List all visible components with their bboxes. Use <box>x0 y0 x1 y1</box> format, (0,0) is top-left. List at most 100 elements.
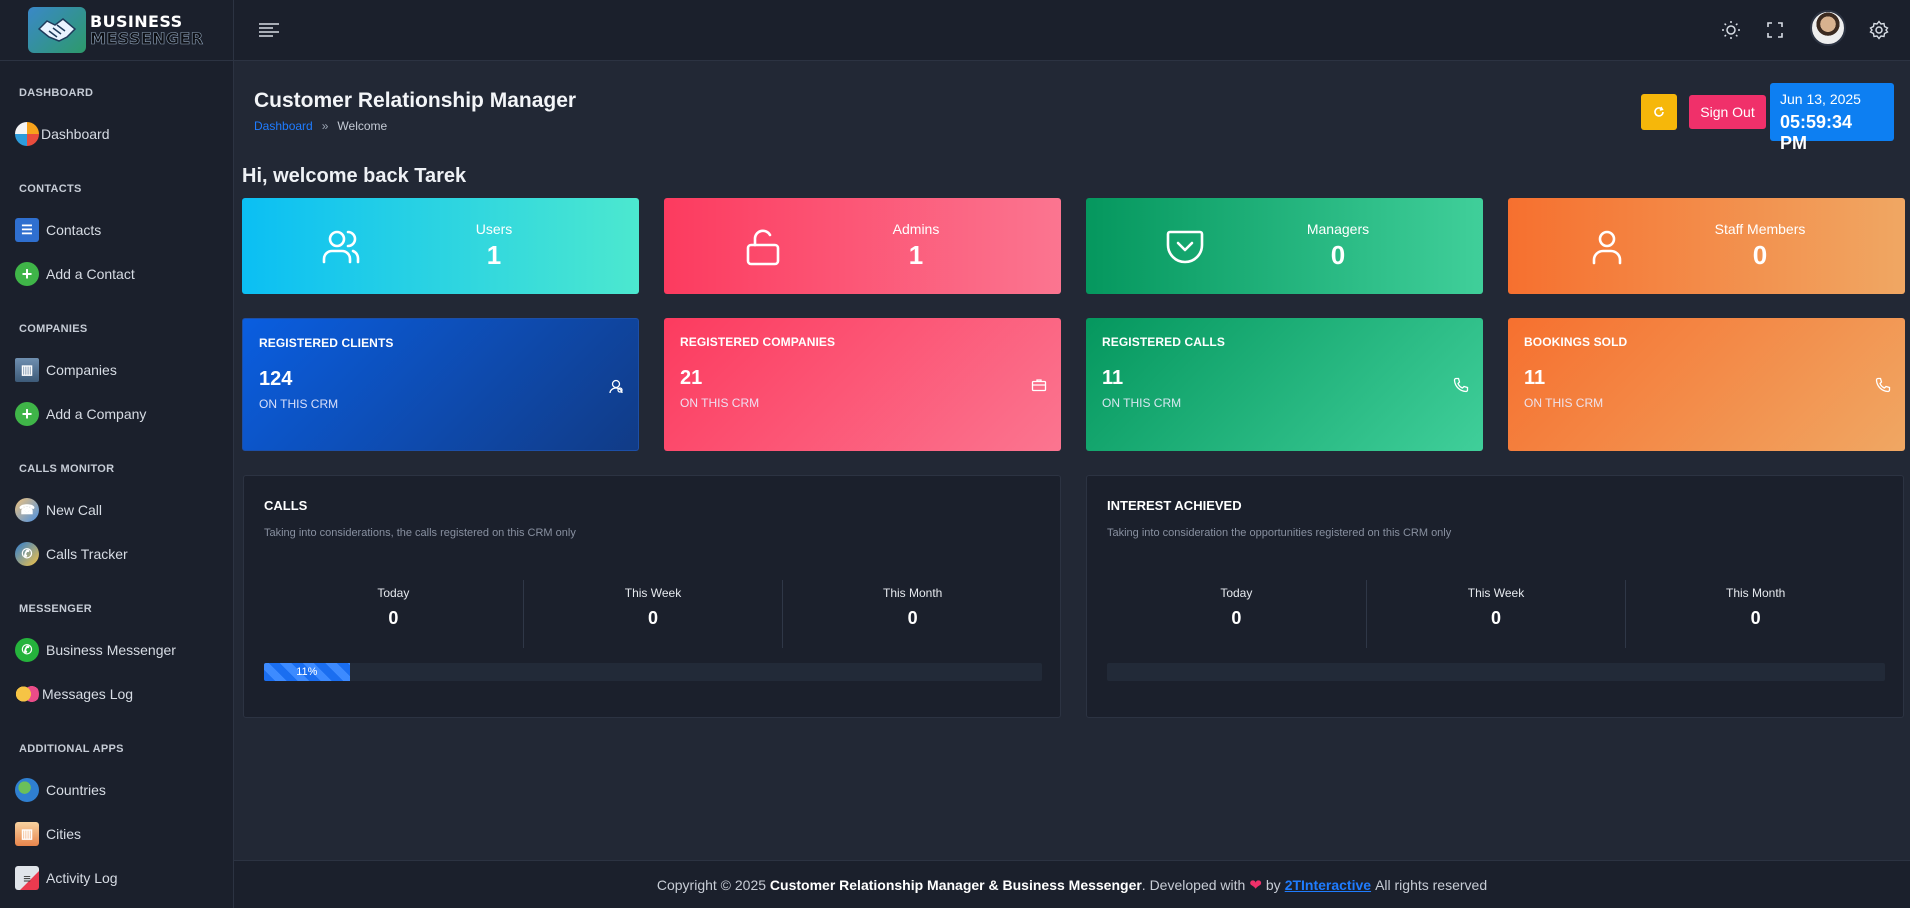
stat-this-month: This Month 0 <box>1625 580 1885 648</box>
stat-value: 0 <box>1752 240 1768 270</box>
card-subtitle: ON THIS CRM <box>259 397 339 411</box>
briefcase-icon <box>1031 379 1047 392</box>
footer-app-name: Customer Relationship Manager & Business… <box>769 876 1142 893</box>
settings-gear-icon[interactable] <box>1865 16 1893 44</box>
interest-progress-bar <box>1107 663 1885 681</box>
stat-card-admins[interactable]: Admins 1 <box>664 198 1061 294</box>
users-icon <box>322 230 360 264</box>
calls-progress-bar: 11% <box>264 663 1042 681</box>
footer: Copyright © 2025 Customer Relationship M… <box>234 860 1910 908</box>
unlock-icon <box>746 229 780 266</box>
user-avatar[interactable] <box>1810 10 1846 46</box>
contacts-book-icon: ☰ <box>15 218 39 242</box>
breadcrumb-dashboard-link[interactable]: Dashboard <box>254 119 313 133</box>
section-contacts: CONTACTS <box>19 183 82 195</box>
menu-toggle-icon[interactable] <box>255 16 283 44</box>
fullscreen-icon[interactable] <box>1761 16 1789 44</box>
sidebar-item-business-messenger[interactable]: ✆ Business Messenger <box>15 636 176 664</box>
sidebar-item-companies[interactable]: ▥ Companies <box>15 356 117 384</box>
current-date: Jun 13, 2025 <box>1780 91 1861 107</box>
sidebar-item-dashboard[interactable]: Dashboard <box>15 120 110 148</box>
buildings-icon: ▥ <box>15 358 39 382</box>
welcome-message: Hi, welcome back Tarek <box>242 165 467 187</box>
stat-value: 1 <box>908 240 924 270</box>
card-value: 11 <box>1102 367 1124 389</box>
stat-this-month: This Month 0 <box>782 580 1042 648</box>
section-messenger: MESSENGER <box>19 603 92 615</box>
card-subtitle: ON THIS CRM <box>1102 396 1182 410</box>
sidebar-item-add-company[interactable]: + Add a Company <box>15 400 146 428</box>
card-value: 124 <box>259 368 293 390</box>
phone-icon <box>1875 377 1891 393</box>
heart-icon: ❤ <box>1249 876 1262 894</box>
sidebar-item-activity-log[interactable]: ≡ Activity Log <box>15 864 118 892</box>
panel-description: Taking into considerations, the calls re… <box>264 527 576 539</box>
section-companies: COMPANIES <box>19 323 88 335</box>
bookings-sold-card[interactable]: BOOKINGS SOLD 11 ON THIS CRM <box>1508 318 1905 451</box>
card-subtitle: ON THIS CRM <box>680 396 760 410</box>
registered-companies-card[interactable]: REGISTERED COMPANIES 21 ON THIS CRM <box>664 318 1061 451</box>
card-title: REGISTERED CALLS <box>1102 335 1225 349</box>
interest-achieved-panel: INTEREST ACHIEVED Taking into considerat… <box>1086 475 1904 718</box>
plus-circle-icon: + <box>15 402 39 426</box>
footer-copyright: Copyright © 2025 <box>656 876 767 893</box>
breadcrumb: Dashboard » Welcome <box>254 119 387 133</box>
panel-title: CALLS <box>264 498 308 513</box>
sidebar-item-calls-tracker[interactable]: ✆ Calls Tracker <box>15 540 128 568</box>
card-title: REGISTERED COMPANIES <box>680 335 836 349</box>
panel-description: Taking into consideration the opportunit… <box>1107 527 1452 539</box>
dashboard-icon <box>15 122 39 146</box>
calls-panel: CALLS Taking into considerations, the ca… <box>243 475 1061 718</box>
phone-icon <box>1453 377 1469 393</box>
current-time: 05:59:34 PM <box>1780 112 1853 153</box>
chat-bubbles-icon <box>15 682 39 706</box>
registered-calls-card[interactable]: REGISTERED CALLS 11 ON THIS CRM <box>1086 318 1483 451</box>
topbar <box>234 0 1910 61</box>
brand-logo[interactable]: BUSINESS MESSENGER <box>0 0 233 61</box>
card-title: REGISTERED CLIENTS <box>259 336 394 350</box>
whatsapp-icon: ✆ <box>15 638 39 662</box>
stat-value: 1 <box>486 240 502 270</box>
refresh-icon <box>1654 106 1664 117</box>
developer-link[interactable]: 2TInteractive <box>1285 877 1371 893</box>
sidebar-item-contacts[interactable]: ☰ Contacts <box>15 216 101 244</box>
handshake-icon <box>28 7 86 53</box>
stat-card-staff-members[interactable]: Staff Members 0 <box>1508 198 1905 294</box>
stat-card-users[interactable]: Users 1 <box>242 198 639 294</box>
stat-label: Managers <box>1306 221 1370 237</box>
sidebar-item-cities[interactable]: ▥ Cities <box>15 820 81 848</box>
theme-toggle-icon[interactable] <box>1717 16 1745 44</box>
progress-fill: 11% <box>264 663 350 681</box>
activity-log-icon: ≡ <box>15 866 39 890</box>
stat-this-week: This Week 0 <box>522 580 783 648</box>
sidebar-item-add-contact[interactable]: + Add a Contact <box>15 260 135 288</box>
section-dashboard: DASHBOARD <box>19 87 94 99</box>
registered-clients-card[interactable]: REGISTERED CLIENTS 124 ON THIS CRM <box>242 318 639 451</box>
refresh-button[interactable] <box>1641 94 1677 130</box>
stat-today: Today 0 <box>377 586 410 628</box>
sidebar-item-messages-log[interactable]: Messages Log <box>15 680 133 708</box>
user-icon <box>1592 230 1622 265</box>
brand-name: BUSINESS MESSENGER <box>90 12 204 48</box>
panel-stats: Today 0 This Week 0 This Month 0 <box>264 580 1042 648</box>
breadcrumb-current: Welcome <box>337 119 388 133</box>
stat-card-managers[interactable]: Managers 0 <box>1086 198 1483 294</box>
section-calls-monitor: CALLS MONITOR <box>19 463 115 475</box>
stat-label: Admins <box>892 221 940 237</box>
breadcrumb-separator: » <box>321 119 329 133</box>
panel-title: INTEREST ACHIEVED <box>1107 498 1242 513</box>
footer-developed-with: . Developed with <box>1141 876 1246 893</box>
panel-stats: Today 0 This Week 0 This Month 0 <box>1107 580 1885 648</box>
sidebar-item-countries[interactable]: Countries <box>15 776 106 804</box>
stat-label: Users <box>475 221 513 237</box>
card-value: 21 <box>680 367 703 389</box>
sidebar-item-new-call[interactable]: ☎ New Call <box>15 496 102 524</box>
card-value: 11 <box>1524 367 1546 389</box>
card-subtitle: ON THIS CRM <box>1524 396 1604 410</box>
page-title: Customer Relationship Manager <box>254 89 577 112</box>
sign-out-button[interactable]: Sign Out <box>1689 95 1766 129</box>
footer-rights: All rights reserved <box>1375 876 1488 893</box>
phone-tracker-icon: ✆ <box>15 542 39 566</box>
user-search-icon <box>609 379 623 394</box>
stat-value: 0 <box>1330 240 1346 270</box>
